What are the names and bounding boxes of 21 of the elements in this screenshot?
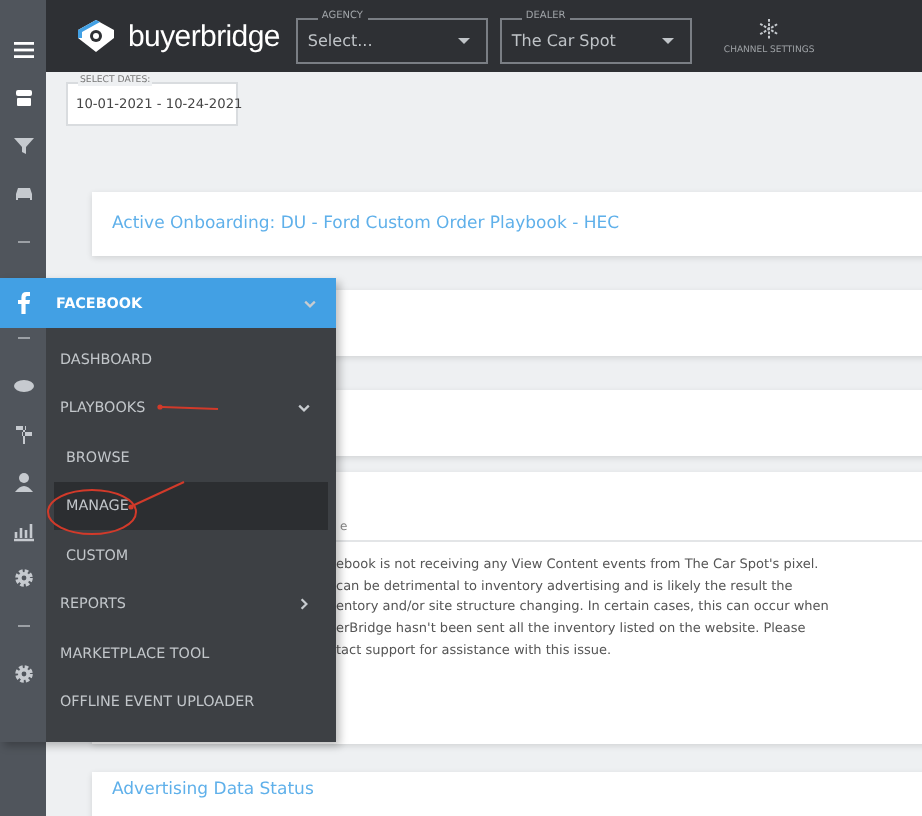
separator-icon [17,241,29,243]
annotation-ellipse [47,489,137,535]
signpost-icon[interactable] [15,426,31,444]
people-icon[interactable] [14,473,32,492]
car-icon[interactable] [15,188,31,200]
separator-icon [17,625,29,627]
chevron-icon [296,399,312,416]
settings-icon[interactable] [14,569,32,587]
chevron-icon [296,595,312,612]
separator-icon [17,337,29,339]
chart-icon[interactable] [11,522,35,542]
facebook-icon [17,292,29,314]
settings-icon[interactable] [14,665,32,683]
annotation-arrow [128,481,185,510]
chevron-icon [302,295,318,311]
filter-icon[interactable] [13,138,33,154]
store-icon[interactable] [15,90,31,106]
menu-icon[interactable] [13,42,33,58]
annotation-arrow [157,404,219,410]
snowflake-icon[interactable] [758,17,781,39]
logo-text: buyerbridge [128,19,280,53]
